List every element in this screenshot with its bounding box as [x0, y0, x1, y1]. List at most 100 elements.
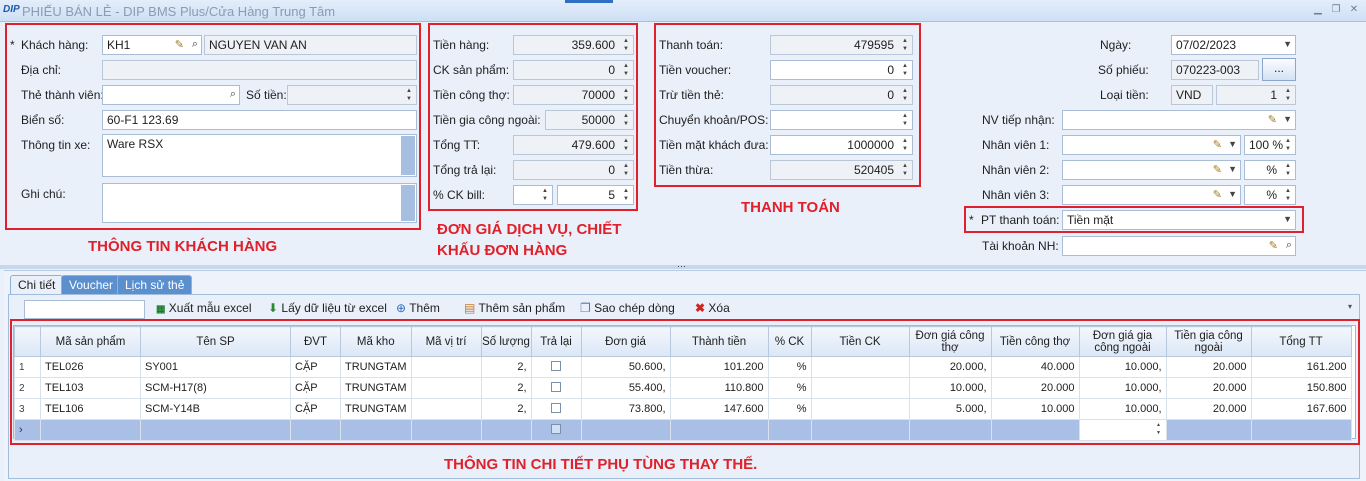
edit-icon[interactable]: ✎ — [1213, 188, 1222, 201]
total-return-label: Tổng trả lại: — [433, 163, 497, 177]
edit-icon[interactable]: ✎ — [1269, 239, 1278, 252]
required-mark: * — [10, 38, 15, 52]
maximize-icon[interactable]: ❐ — [1329, 4, 1343, 16]
edit-icon[interactable]: ✎ — [1213, 138, 1222, 151]
bill-discount-percent-input[interactable]: 5 ▲ ▼ — [557, 185, 634, 205]
tab-chi-tiet[interactable]: Chi tiết — [10, 275, 64, 294]
minimize-icon[interactable]: ▁ — [1311, 4, 1325, 16]
browse-button[interactable]: ... — [1262, 58, 1296, 81]
cash-given-label: Tiền mặt khách đưa: — [659, 138, 769, 152]
customer-code-input[interactable]: KH1 ✎ ⌕ — [102, 35, 202, 55]
toolbar-expand-icon[interactable]: ▾ — [1348, 302, 1352, 311]
address-field[interactable] — [102, 60, 417, 80]
spinner-icon[interactable]: ▲ ▼ — [1282, 187, 1294, 203]
product-discount-label: CK sản phẩm: — [433, 63, 510, 77]
tab-voucher[interactable]: Voucher — [61, 275, 122, 294]
chevron-down-icon[interactable]: ▼ — [1283, 114, 1292, 124]
note-textarea[interactable] — [102, 183, 417, 223]
staff1-input[interactable]: ✎ ▼ — [1062, 135, 1241, 155]
tab-lich-su-the[interactable]: Lịch sử thẻ — [117, 275, 193, 294]
spinner-icon[interactable]: ▲ ▼ — [403, 87, 415, 103]
import-excel-button[interactable]: ⬇ Lấy dữ liệu từ excel — [268, 301, 387, 319]
staff1-percent-input[interactable]: 100 % ▲ ▼ — [1244, 135, 1296, 155]
title-accent — [565, 0, 613, 3]
date-label: Ngày: — [1100, 38, 1132, 52]
outsourcing-cost-label: Tiền gia công ngoài: — [433, 113, 541, 127]
labor-cost-field: 70000 ▲ ▼ — [513, 85, 634, 105]
payment-field: 479595 ▲ ▼ — [770, 35, 913, 55]
payment-section-label: THANH TOÁN — [741, 199, 840, 216]
search-icon[interactable]: ⌕ — [230, 88, 236, 101]
spinner-icon[interactable]: ▲ ▼ — [620, 187, 632, 203]
toolbar-search-input[interactable] — [24, 300, 145, 319]
currency-label: Loại tiền: — [1100, 88, 1149, 102]
spinner-icon[interactable]: ▲ ▼ — [1282, 162, 1294, 178]
exchange-rate-field: 1 ▲ ▼ — [1216, 85, 1296, 105]
delete-button[interactable]: ✖ Xóa — [695, 301, 730, 319]
close-icon[interactable]: ✕ — [1347, 4, 1361, 16]
product-discount-field: 0 ▲ ▼ — [513, 60, 634, 80]
card-deduct-field: 0 ▲ ▼ — [770, 85, 913, 105]
search-icon[interactable]: ⌕ — [1286, 239, 1292, 252]
receipt-no-label: Số phiếu: — [1098, 63, 1149, 77]
staff3-input[interactable]: ✎ ▼ — [1062, 185, 1241, 205]
chevron-down-icon[interactable]: ▼ — [1228, 139, 1237, 149]
scrollbar[interactable] — [401, 136, 415, 175]
vehicle-info-textarea[interactable]: Ware RSX — [102, 134, 417, 177]
staff3-label: Nhân viên 3: — [982, 188, 1050, 202]
transfer-pos-input[interactable]: ▲ ▼ — [770, 110, 913, 130]
chevron-down-icon[interactable]: ▼ — [1283, 39, 1292, 49]
goods-amount-label: Tiền hàng: — [433, 38, 490, 52]
search-icon[interactable]: ⌕ — [192, 38, 198, 51]
spinner-icon[interactable]: ▲ ▼ — [899, 137, 911, 153]
cash-given-input[interactable]: 1000000 ▲ ▼ — [770, 135, 913, 155]
spinner-icon[interactable]: ▲ ▼ — [1282, 137, 1294, 153]
product-icon: ▤ — [464, 301, 476, 315]
bank-account-input[interactable]: ✎ ⌕ — [1062, 236, 1296, 256]
staff1-label: Nhân viên 1: — [982, 138, 1050, 152]
payment-method-label: PT thanh toán: — [981, 213, 1060, 227]
member-card-input[interactable]: ⌕ — [102, 85, 240, 105]
edit-icon[interactable]: ✎ — [1268, 113, 1277, 126]
app-logo: DIP — [3, 4, 20, 15]
import-icon: ⬇ — [268, 301, 279, 315]
total-field: 479.600 ▲ ▼ — [513, 135, 634, 155]
bill-discount-label: % CK bill: — [433, 188, 486, 202]
chevron-down-icon[interactable]: ▼ — [1228, 189, 1237, 199]
amount-label: Số tiền: — [246, 88, 287, 102]
pricing-section-label-2: KHẤU ĐƠN HÀNG — [437, 242, 568, 259]
spinner-icon[interactable]: ▲ ▼ — [899, 112, 911, 128]
staff2-percent-input[interactable]: % ▲ ▼ — [1244, 160, 1296, 180]
edit-icon[interactable]: ✎ — [1213, 163, 1222, 176]
receiver-input[interactable]: ✎ ▼ — [1062, 110, 1296, 130]
bank-account-label: Tài khoản NH: — [982, 239, 1059, 253]
add-product-button[interactable]: ▤ Thêm sản phẩm — [464, 301, 565, 319]
detail-section-label: THÔNG TIN CHI TIẾT PHỤ TÙNG THAY THẾ. — [444, 456, 758, 473]
payment-method-select[interactable]: Tiền mặt ▼ — [1062, 210, 1296, 230]
edit-icon[interactable]: ✎ — [175, 38, 184, 51]
voucher-amount-input[interactable]: 0 ▲ ▼ — [770, 60, 913, 80]
plate-input[interactable]: 60-F1 123.69 — [102, 110, 417, 130]
total-return-field: 0 ▲ ▼ — [513, 160, 634, 180]
goods-amount-field: 359.600 ▲ ▼ — [513, 35, 634, 55]
change-field: 520405 ▲ ▼ — [770, 160, 913, 180]
chevron-down-icon[interactable]: ▼ — [1283, 214, 1292, 224]
amount-field[interactable]: ▲ ▼ — [287, 85, 417, 105]
address-label: Địa chỉ: — [21, 63, 62, 77]
delete-icon: ✖ — [695, 301, 706, 315]
add-button[interactable]: ⊕ Thêm — [396, 301, 440, 319]
staff2-label: Nhân viên 2: — [982, 163, 1050, 177]
staff2-input[interactable]: ✎ ▼ — [1062, 160, 1241, 180]
spinner-icon[interactable]: ▲ ▼ — [899, 62, 911, 78]
staff3-percent-input[interactable]: % ▲ ▼ — [1244, 185, 1296, 205]
export-excel-button[interactable]: ▦ Xuất mẫu excel — [156, 301, 252, 319]
chevron-down-icon[interactable]: ▼ — [1228, 164, 1237, 174]
date-input[interactable]: 07/02/2023 ▼ — [1171, 35, 1296, 55]
scrollbar[interactable] — [401, 185, 415, 221]
voucher-amount-label: Tiền voucher: — [659, 63, 732, 77]
copy-row-button[interactable]: ❐ Sao chép dòng — [580, 301, 675, 319]
spinner-icon[interactable]: ▲ ▼ — [539, 187, 551, 203]
title-bar: DIP PHIẾU BÁN LẺ - DIP BMS Plus/Cửa Hàng… — [0, 0, 1366, 22]
bill-discount-amount-input[interactable]: ▲ ▼ — [513, 185, 553, 205]
receiver-label: NV tiếp nhận: — [982, 113, 1055, 127]
